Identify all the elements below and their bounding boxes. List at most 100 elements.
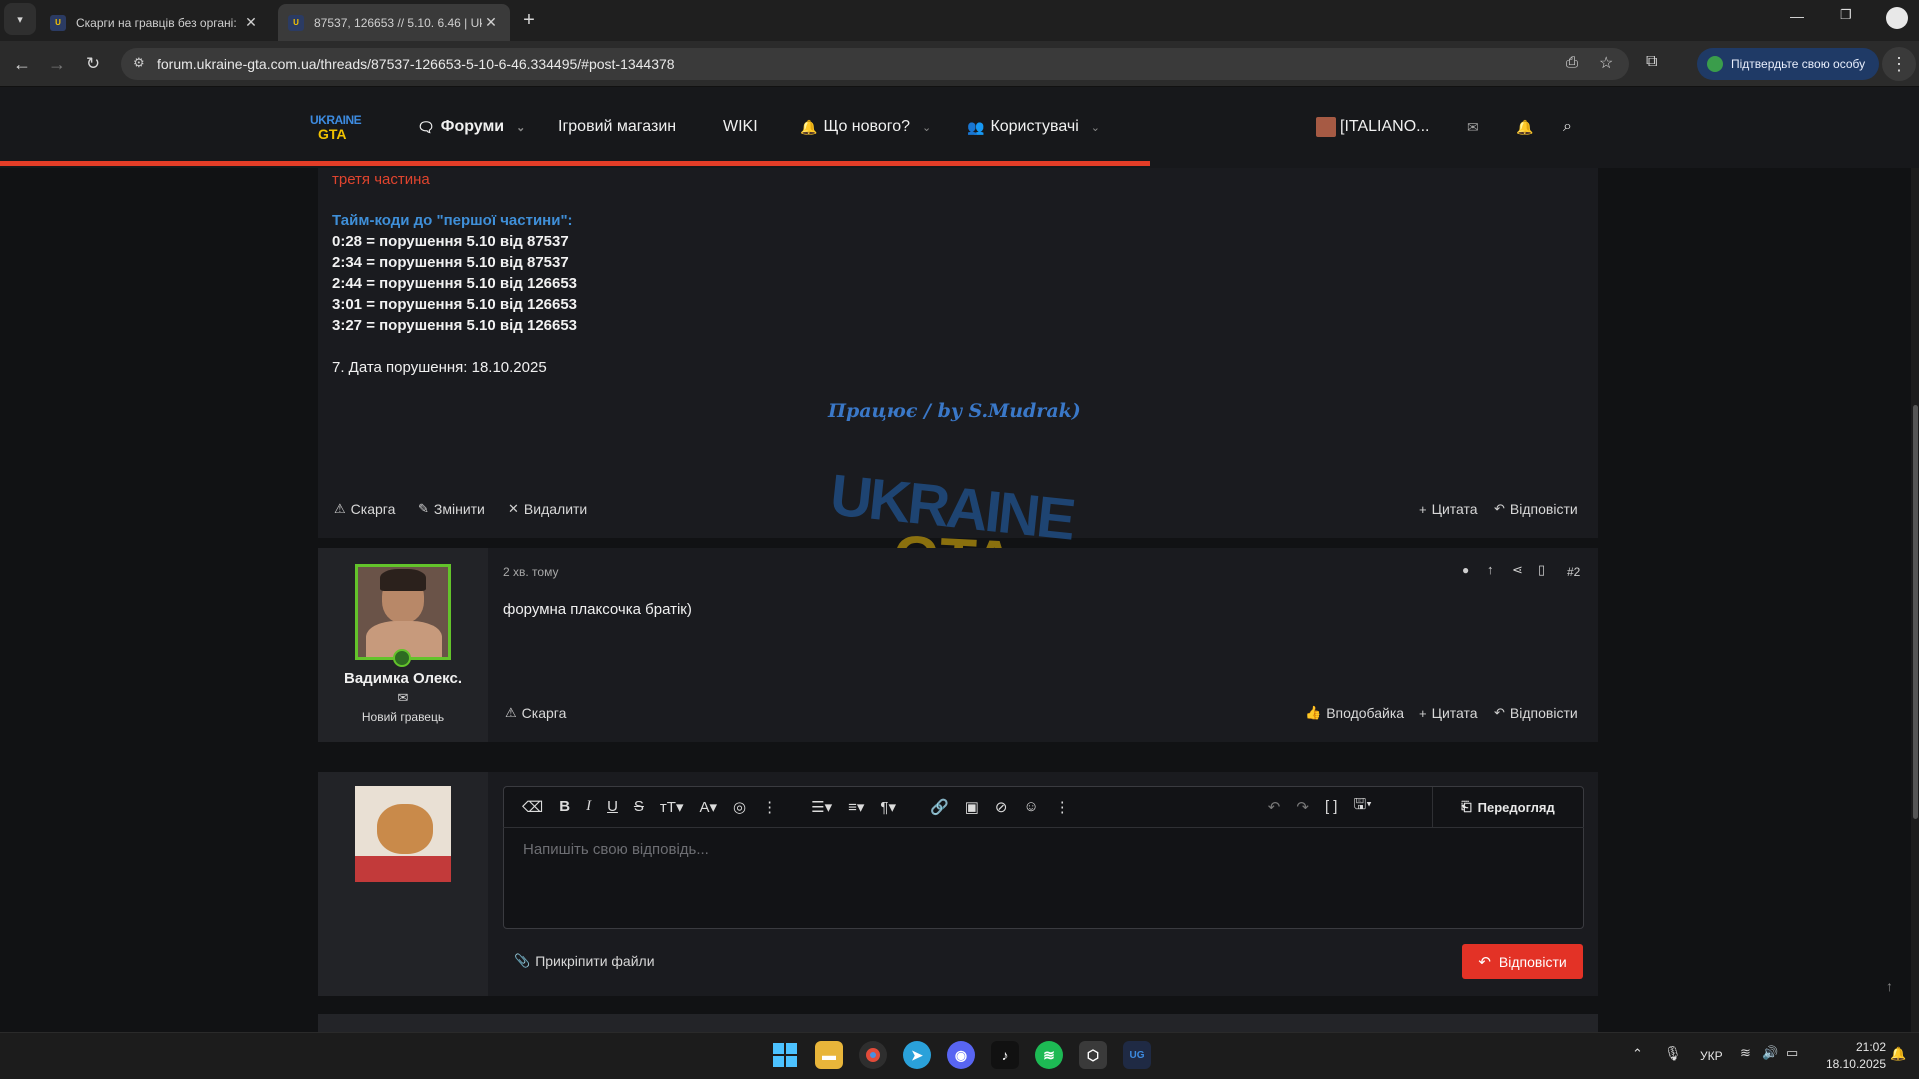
post-2-time[interactable]: 2 хв. тому xyxy=(503,565,558,579)
account-icon[interactable] xyxy=(1886,7,1908,29)
save-draft-icon[interactable]: 🖫▾ xyxy=(1353,794,1371,819)
bold-icon[interactable]: B xyxy=(559,798,570,815)
share-icon[interactable]: ⋖ xyxy=(1512,562,1523,578)
report-link[interactable]: ⚠ Скарга xyxy=(505,705,566,721)
site-info-icon[interactable]: ⚙ xyxy=(133,55,145,71)
paragraph-icon[interactable]: ¶▾ xyxy=(880,798,896,816)
profile-verify-button[interactable]: Підтвердьте свою особу xyxy=(1697,48,1879,80)
browser-menu-button[interactable]: ⋮ xyxy=(1882,47,1916,81)
submit-reply-button[interactable]: ↶ Відповісти xyxy=(1462,944,1583,979)
arrow-up-icon[interactable]: ↑ xyxy=(1487,562,1494,577)
nav-wiki[interactable]: WIKI xyxy=(723,110,758,144)
redo-icon[interactable]: ↷ xyxy=(1296,798,1309,816)
file-explorer-icon[interactable]: ▬ xyxy=(815,1041,843,1069)
user-name-label: [ITALIANO... xyxy=(1340,118,1430,135)
nav-whats-new[interactable]: 🔔 Що нового? ⌄ xyxy=(800,110,931,144)
address-bar[interactable]: ⚙ forum.ukraine-gta.com.ua/threads/87537… xyxy=(121,48,1629,80)
attach-files-button[interactable]: 📎 Прикріпити файли xyxy=(514,953,655,969)
tiktok-icon[interactable]: ♪ xyxy=(991,1041,1019,1069)
ukraine-gta-launcher-icon[interactable]: UG xyxy=(1123,1041,1151,1069)
more-vertical-icon[interactable]: ⋮ xyxy=(762,798,777,816)
undo-icon[interactable]: ↶ xyxy=(1268,798,1281,816)
italic-icon[interactable]: I xyxy=(586,798,591,815)
close-icon[interactable]: ✕ xyxy=(242,14,260,31)
scroll-to-top-icon[interactable]: ↑ xyxy=(1886,978,1893,994)
browser-tab-2[interactable]: U 87537, 126653 // 5.10. 6.46 | Ukr ✕ xyxy=(278,4,510,41)
new-tab-button[interactable]: + xyxy=(512,3,546,37)
reply-placeholder[interactable]: Напишіть свою відповідь... xyxy=(523,841,709,858)
nav-users[interactable]: 👥 Користувачі ⌄ xyxy=(967,110,1100,144)
alerts-bell-icon[interactable]: 🔔 xyxy=(1516,110,1533,144)
envelope-icon[interactable]: ✉ xyxy=(318,690,488,706)
preview-button[interactable]: ⎗ Передогляд xyxy=(1432,787,1583,827)
scrollbar-thumb[interactable] xyxy=(1913,405,1918,819)
post-number[interactable]: #2 xyxy=(1567,565,1580,579)
search-icon[interactable]: ⌕ xyxy=(1563,110,1572,144)
start-menu-icon[interactable] xyxy=(771,1041,799,1069)
text-color-icon[interactable]: A▾ xyxy=(699,798,717,816)
telegram-icon[interactable]: ➤ xyxy=(903,1041,931,1069)
chrome-icon[interactable] xyxy=(859,1041,887,1069)
chevron-down-icon[interactable]: ⌄ xyxy=(516,121,525,134)
strikethrough-icon[interactable]: S xyxy=(634,798,644,815)
like-link[interactable]: 👍 Вподобайка xyxy=(1305,705,1404,721)
install-app-icon[interactable]: ⎙ xyxy=(1566,54,1578,71)
volume-icon[interactable]: 🔊 xyxy=(1762,1045,1778,1061)
close-icon[interactable]: ✕ xyxy=(482,14,500,31)
nav-game-shop[interactable]: Ігровий магазин xyxy=(558,110,676,144)
font-size-icon[interactable]: тT▾ xyxy=(660,798,684,816)
quote-link[interactable]: + Цитата xyxy=(1419,501,1478,517)
list-icon[interactable]: ☰▾ xyxy=(811,798,832,816)
restore-button[interactable]: ❐ xyxy=(1840,7,1852,23)
image-icon[interactable]: ▣ xyxy=(965,798,979,816)
clock-time[interactable]: 21:02 xyxy=(1816,1040,1886,1054)
reply-label: Відповісти xyxy=(1509,705,1578,721)
underline-icon[interactable]: U xyxy=(607,798,618,815)
inbox-icon[interactable]: ✉ xyxy=(1467,110,1479,144)
post-2-username[interactable]: Вадимка Олекс. xyxy=(318,670,488,687)
user-menu[interactable]: [ITALIANO... xyxy=(1316,110,1430,144)
hide-icon[interactable]: ⊘ xyxy=(995,798,1008,816)
reply-link[interactable]: ↶ Відповісти xyxy=(1494,705,1578,721)
code-brackets-icon[interactable]: [ ] xyxy=(1325,798,1338,815)
microphone-icon[interactable]: 🎙 xyxy=(1664,1045,1682,1062)
notifications-icon[interactable]: 🔔 xyxy=(1890,1046,1906,1062)
quote-link[interactable]: + Цитата xyxy=(1419,705,1478,721)
star-icon[interactable]: ☆ xyxy=(1599,53,1613,73)
language-indicator[interactable]: УКР xyxy=(1700,1049,1723,1063)
chevron-up-icon[interactable]: ⌃ xyxy=(1632,1046,1643,1062)
forward-button[interactable]: → xyxy=(40,47,74,81)
chevron-down-icon[interactable]: ⌄ xyxy=(922,121,931,134)
avatar[interactable] xyxy=(355,564,451,660)
chat-icon: 🗨 xyxy=(417,118,435,135)
clock-date[interactable]: 18.10.2025 xyxy=(1806,1057,1886,1071)
discord-icon[interactable]: ◉ xyxy=(947,1041,975,1069)
app-cube-icon[interactable]: ⬡ xyxy=(1079,1041,1107,1069)
wifi-icon[interactable]: ≋ xyxy=(1740,1045,1751,1061)
report-link[interactable]: ⚠ Скарга xyxy=(334,501,395,517)
spotify-icon[interactable]: ≋ xyxy=(1035,1041,1063,1069)
browser-tab-1[interactable]: U Скарги на гравців без органі: ✕ xyxy=(40,4,270,41)
smiley-icon[interactable]: ☺ xyxy=(1023,798,1038,815)
edit-link[interactable]: ✎ Змінити xyxy=(418,501,485,517)
nav-forums[interactable]: 🗨 Форуми ⌄ xyxy=(417,110,525,144)
timecode-line: 2:44 = порушення 5.10 від 126653 xyxy=(332,275,578,292)
chevron-down-icon[interactable]: ⌄ xyxy=(1091,121,1100,134)
extensions-icon[interactable]: ⧉ xyxy=(1646,53,1657,71)
reload-button[interactable]: ↻ xyxy=(76,47,110,81)
link-icon[interactable]: 🔗 xyxy=(930,798,949,816)
back-button[interactable]: ← xyxy=(5,47,39,81)
palette-icon[interactable]: ◎ xyxy=(733,798,746,816)
tab-list-button[interactable]: ▾ xyxy=(4,3,36,35)
align-icon[interactable]: ≡▾ xyxy=(848,798,864,816)
bookmark-icon[interactable]: ▯ xyxy=(1538,562,1545,578)
site-logo[interactable]: UKRAINE GTA xyxy=(310,113,362,141)
minimize-button[interactable]: — xyxy=(1790,8,1804,24)
eraser-icon[interactable]: ⌫ xyxy=(522,798,543,816)
check-circle-icon[interactable]: ● xyxy=(1462,563,1469,577)
arrow-left-icon: ← xyxy=(13,53,31,74)
delete-link[interactable]: ✕ Видалити xyxy=(508,501,587,517)
battery-icon[interactable]: ▭ xyxy=(1786,1045,1798,1061)
reply-link[interactable]: ↶ Відповісти xyxy=(1494,501,1578,517)
more-vertical-icon[interactable]: ⋮ xyxy=(1055,798,1070,816)
